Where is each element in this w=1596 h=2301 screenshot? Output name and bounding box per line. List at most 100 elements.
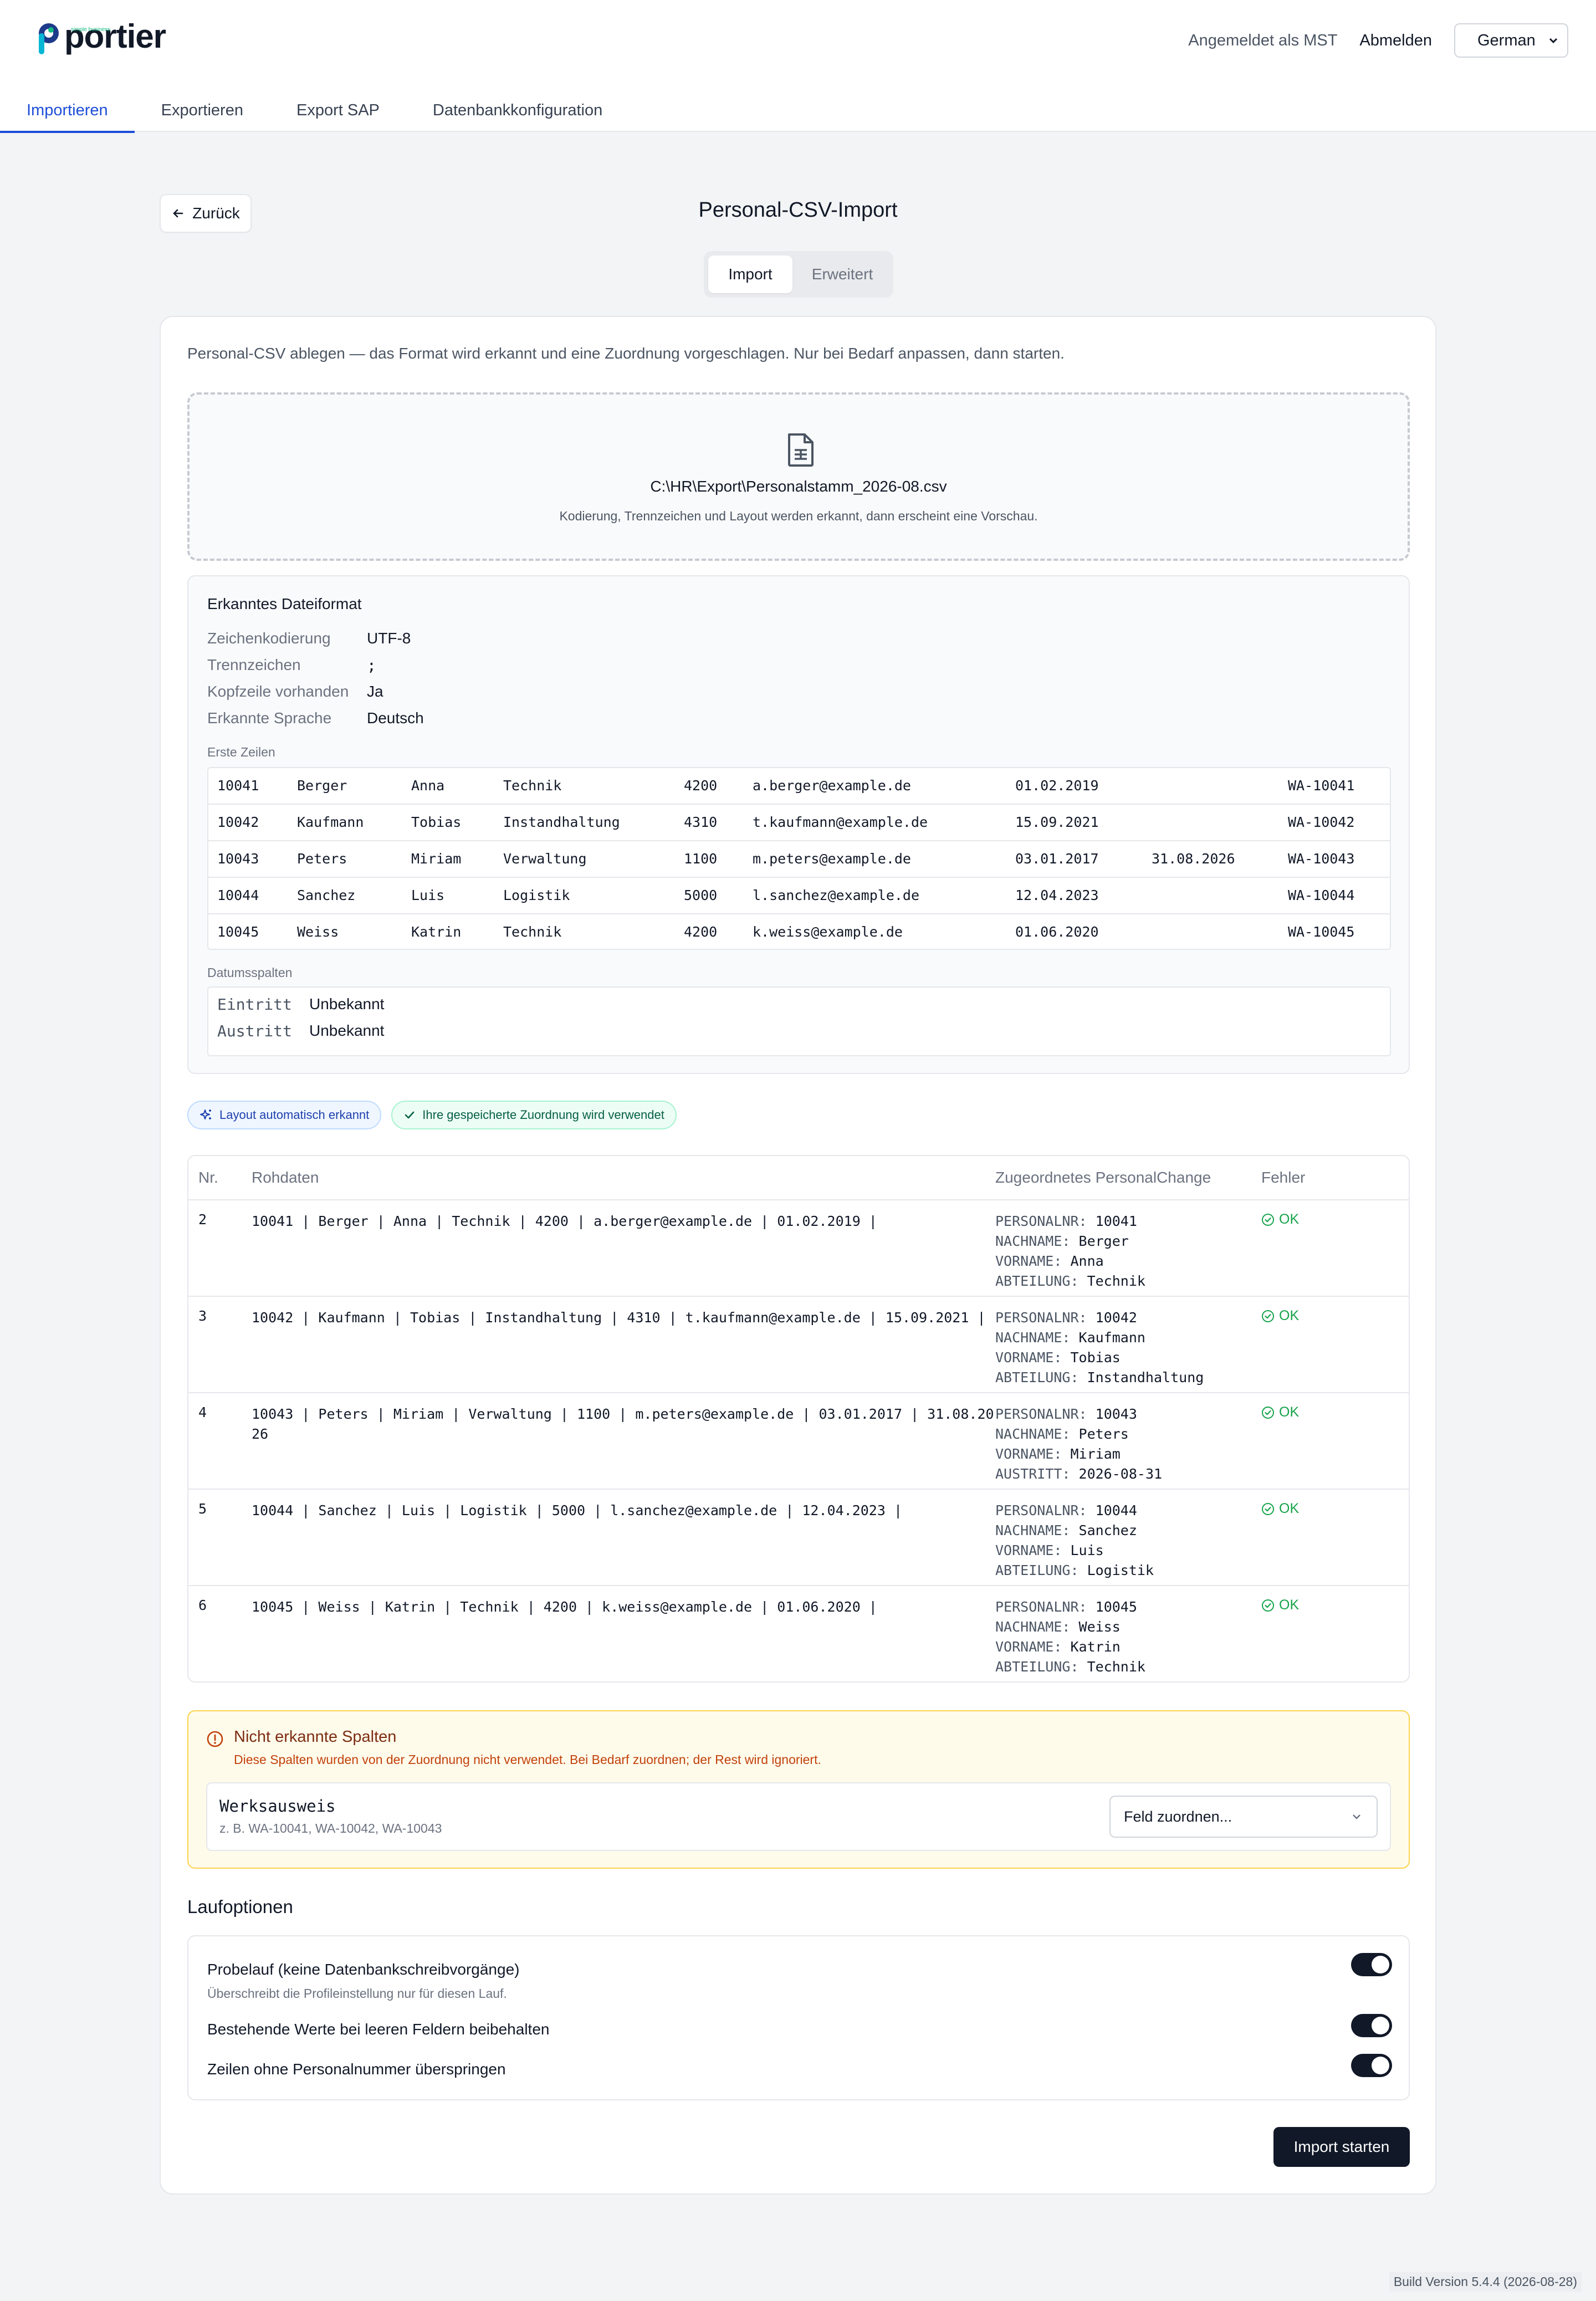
format-key: Kopfzeile vorhanden [207,683,349,700]
preview-cell: Weiss [297,924,339,940]
preview-cell: m.peters@example.de [753,851,911,867]
preview-cell: 10045 [217,924,259,940]
skip-rows-toggle[interactable] [1351,2054,1392,2077]
mapped-field-name: VORNAME: [995,1542,1062,1558]
start-import-button[interactable]: Import starten [1273,2127,1410,2167]
row-number: 2 [198,1211,207,1228]
mapped-field-name: VORNAME: [995,1446,1062,1462]
toggle-knob [1372,1956,1389,1973]
mapped-field-value: Logistik [1087,1562,1154,1578]
mapped-field-value: Miriam [1070,1446,1121,1462]
raw-data: 10045 | Weiss | Katrin | Technik | 4200 … [252,1599,877,1615]
mapped-field: ABTEILUNG: Technik [995,1657,1145,1677]
mapped-field-name: PERSONALNR: [995,1310,1087,1326]
mapped-field-value: 10041 [1095,1213,1137,1229]
tab-importieren[interactable]: Importieren [0,89,135,133]
mapped-field: ABTEILUNG: Technik [995,1271,1145,1291]
page-title: Personal-CSV-Import [698,198,898,222]
row-status: OK [1261,1308,1299,1324]
mapped-field-value: Anna [1070,1253,1104,1269]
format-key: Zeichenkodierung [207,630,331,647]
file-dropzone[interactable]: C:\HR\Export\Personalstamm_2026-08.csv K… [187,392,1410,561]
portier-logo[interactable]: portier [34,20,166,59]
toggle-knob [1372,2017,1389,2034]
toggle-knob [1372,2057,1389,2074]
language-select[interactable]: German [1454,23,1568,58]
mapping-table-header: Nr. Rohdaten Zugeordnetes PersonalChange… [188,1156,1409,1200]
first-rows-table: 10041 Berger Anna Technik 4200 a.berger@examp… [207,767,1391,950]
raw-data: 10041 | Berger | Anna | Technik | 4200 |… [252,1213,877,1229]
row-number: 6 [198,1597,207,1613]
preview-cell: Luis [411,887,445,903]
mapping-preview-table: Nr. Rohdaten Zugeordnetes PersonalChange… [187,1155,1410,1683]
mapped-fields: PERSONALNR: 10045 NACHNAME: Weiss VORNAME:… [995,1597,1145,1677]
mapped-fields: PERSONALNR: 10043 NACHNAME: Peters VORNAME… [995,1404,1162,1484]
tab-export-sap[interactable]: Export SAP [270,89,406,132]
tab-datenbankkonfiguration[interactable]: Datenbankkonfiguration [406,89,629,132]
preview-cell: WA-10042 [1288,814,1355,830]
chevron-down-icon [1353,1814,1360,1819]
mapped-field-value: Technik [1087,1659,1145,1675]
raw-data: 10042 | Kaufmann | Tobias | Instandhaltu… [252,1310,986,1326]
unrecognized-subtitle: Diese Spalten wurden von der Zuordnung n… [234,1752,821,1767]
mapped-field-name: VORNAME: [995,1253,1062,1269]
file-spreadsheet-icon [788,433,814,467]
option-dry-run-label: Probelauf (keine Datenbankschreibvorgäng… [207,1961,520,1978]
mapped-field-name: NACHNAME: [995,1233,1071,1249]
preview-cell: WA-10043 [1288,851,1355,867]
keep-values-toggle[interactable] [1351,2014,1392,2037]
sparkles-icon [200,1109,211,1119]
mapped-field-value: Luis [1070,1542,1104,1558]
mapped-field: NACHNAME: Peters [995,1424,1162,1444]
mapped-field: NACHNAME: Sanchez [995,1521,1154,1541]
mapped-field: VORNAME: Luis [995,1541,1154,1561]
preview-cell: 4200 [684,778,718,794]
mapped-field-value: Peters [1078,1426,1129,1442]
preview-cell: WA-10041 [1288,778,1355,794]
mapped-field-name: VORNAME: [995,1349,1062,1366]
raw-data: 10043 | Peters | Miriam | Verwaltung | 1… [252,1406,994,1442]
preview-cell: 1100 [684,851,718,867]
mapped-field: NACHNAME: Berger [995,1231,1145,1251]
assign-field-select[interactable]: Feld zuordnen... [1109,1796,1378,1838]
preview-cell: Technik [503,924,562,940]
mapped-field-name: NACHNAME: [995,1426,1071,1442]
preview-cell: 01.02.2019 [1015,778,1099,794]
preview-cell: Berger [297,778,347,794]
check-circle-icon [1262,1599,1274,1612]
preview-cell: Technik [503,778,562,794]
mapped-field-name: NACHNAME: [995,1522,1071,1538]
mapped-field: PERSONALNR: 10041 [995,1211,1145,1231]
column-header-fehler: Fehler [1261,1169,1306,1186]
mapped-field-name: NACHNAME: [995,1330,1071,1346]
preview-cell: Logistik [503,887,570,903]
mapping-row: 4 10043 | Peters | Miriam | Verwaltung | … [188,1393,1409,1490]
dry-run-toggle[interactable] [1351,1953,1392,1976]
mapped-field: PERSONALNR: 10044 [995,1501,1154,1521]
language-value: German [1477,31,1536,49]
intro-text: Personal-CSV ablegen — das Format wird e… [187,345,1065,362]
logout-link[interactable]: Abmelden [1359,32,1432,50]
mode-switch: Import Erweitert [704,251,893,298]
mapped-fields: PERSONALNR: 10041 NACHNAME: Berger VORNAME… [995,1211,1145,1291]
mapped-field-name: PERSONALNR: [995,1213,1087,1229]
mapped-field-value: Berger [1078,1233,1129,1249]
segment-erweitert[interactable]: Erweitert [796,255,889,293]
mapped-field-value: 10042 [1095,1310,1137,1326]
segment-import[interactable]: Import [708,255,792,293]
row-status-label: OK [1279,1211,1300,1227]
preview-cell: Verwaltung [503,851,587,867]
preview-cell: 15.09.2021 [1015,814,1099,830]
mapped-field-name: PERSONALNR: [995,1599,1087,1615]
preview-cell: t.kaufmann@example.de [753,814,928,830]
row-status: OK [1261,1597,1299,1613]
user-area: Angemeldet als MST Abmelden German [1188,23,1568,58]
mapped-field: ABTEILUNG: Logistik [995,1561,1154,1581]
column-header-zugeordnet: Zugeordnetes PersonalChange [995,1169,1211,1186]
mapped-field: ABTEILUNG: Instandhaltung [995,1368,1204,1388]
mapped-field: PERSONALNR: 10043 [995,1404,1162,1424]
mapped-field: PERSONALNR: 10042 [995,1308,1204,1328]
tab-exportieren[interactable]: Exportieren [135,89,270,132]
preview-cell: 01.06.2020 [1015,924,1099,940]
mapping-row: 3 10042 | Kaufmann | Tobias | Instandhalt… [188,1297,1409,1393]
